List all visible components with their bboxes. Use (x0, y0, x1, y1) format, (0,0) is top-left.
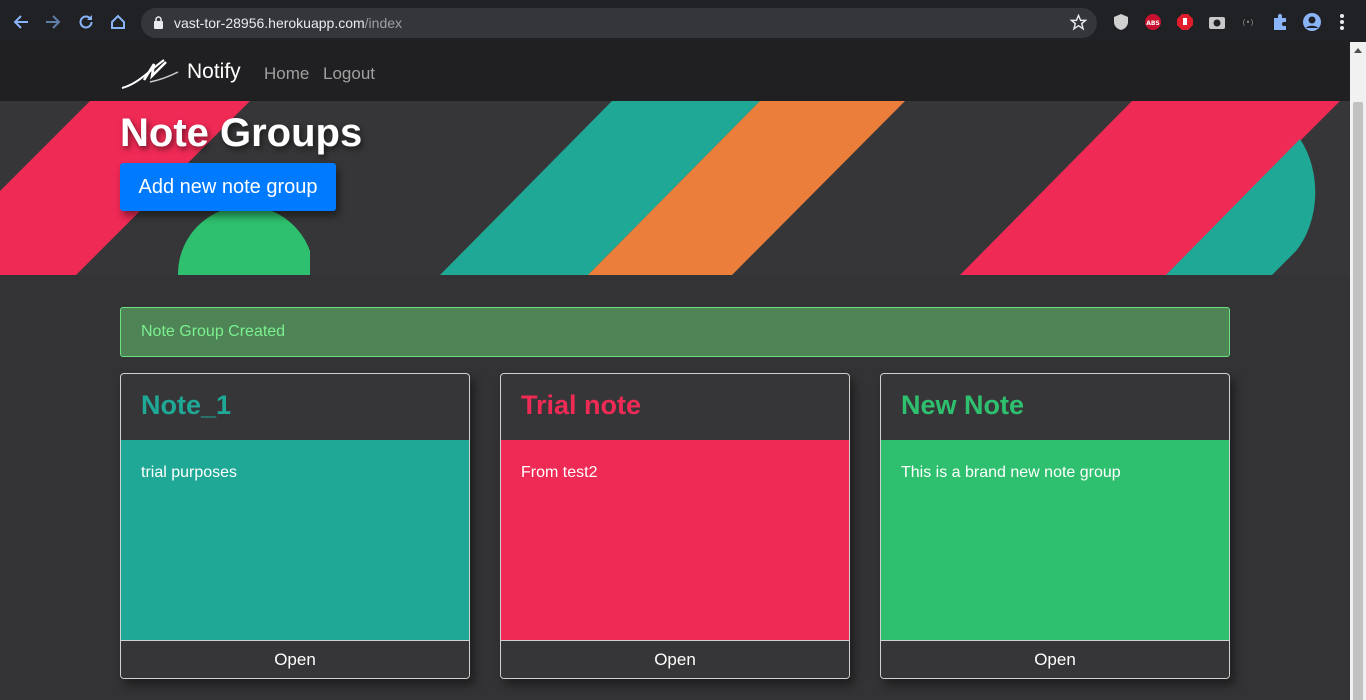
notify-logo-icon[interactable] (120, 56, 180, 95)
brand-name[interactable]: Notify (187, 60, 241, 84)
page-title: Note Groups (120, 111, 363, 155)
card-description: trial purposes (141, 464, 238, 481)
card-header: Trial note (501, 374, 849, 440)
scrollbar-thumb[interactable] (1353, 102, 1363, 700)
app-navbar: Notify Home Logout (0, 42, 1350, 101)
hero-banner: Note Groups Add new note group (0, 101, 1350, 275)
back-arrow-icon[interactable] (10, 11, 32, 33)
address-bar[interactable]: vast-tor-28956.herokuapp.com/index (141, 8, 1097, 38)
url-text: vast-tor-28956.herokuapp.com/index (174, 15, 402, 31)
lock-icon (153, 16, 164, 34)
puzzle-extensions-icon[interactable] (1270, 12, 1290, 32)
camera-extension-icon[interactable] (1207, 12, 1227, 32)
page-scrollbar[interactable] (1350, 42, 1366, 700)
card-body: trial purposes (121, 440, 469, 640)
bookmark-star-icon[interactable] (1069, 13, 1088, 36)
wave-extension-icon[interactable]: (•) (1238, 12, 1258, 32)
success-alert: Note Group Created (120, 307, 1230, 357)
card-header: Note_1 (121, 374, 469, 440)
card-body: This is a brand new note group (881, 440, 1229, 640)
card-title: Note_1 (141, 390, 232, 420)
card-title: New Note (901, 390, 1025, 420)
url-path: /index (364, 15, 403, 31)
note-group-card: Note_1 trial purposes Open (120, 373, 470, 679)
forward-arrow-icon[interactable] (42, 11, 64, 33)
card-description: From test2 (521, 464, 598, 481)
card-description: This is a brand new note group (901, 464, 1121, 481)
open-button[interactable]: Open (501, 640, 849, 678)
note-group-card: Trial note From test2 Open (500, 373, 850, 679)
card-body: From test2 (501, 440, 849, 640)
reload-icon[interactable] (75, 11, 97, 33)
add-note-group-button[interactable]: Add new note group (120, 163, 336, 211)
more-menu-icon[interactable] (1332, 12, 1352, 32)
svg-text:(•): (•) (1243, 18, 1254, 27)
profile-avatar-icon[interactable] (1302, 12, 1322, 32)
note-group-card: New Note This is a brand new note group … (880, 373, 1230, 679)
nav-link-logout[interactable]: Logout (323, 64, 375, 84)
home-icon[interactable] (107, 11, 129, 33)
alert-message: Note Group Created (141, 323, 286, 340)
stop-hand-extension-icon[interactable] (1175, 12, 1195, 32)
open-button[interactable]: Open (881, 640, 1229, 678)
browser-toolbar: vast-tor-28956.herokuapp.com/index ABS (… (0, 0, 1366, 42)
adblock-extension-icon[interactable]: ABS (1143, 12, 1163, 32)
shield-extension-icon[interactable] (1111, 12, 1131, 32)
scroll-up-arrow-icon[interactable] (1354, 48, 1362, 53)
adblock-badge-text: ABS (1146, 20, 1160, 27)
nav-link-home[interactable]: Home (264, 64, 309, 84)
url-host: vast-tor-28956.herokuapp.com (174, 15, 365, 31)
card-header: New Note (881, 374, 1229, 440)
card-title: Trial note (521, 390, 642, 420)
open-button[interactable]: Open (121, 640, 469, 678)
